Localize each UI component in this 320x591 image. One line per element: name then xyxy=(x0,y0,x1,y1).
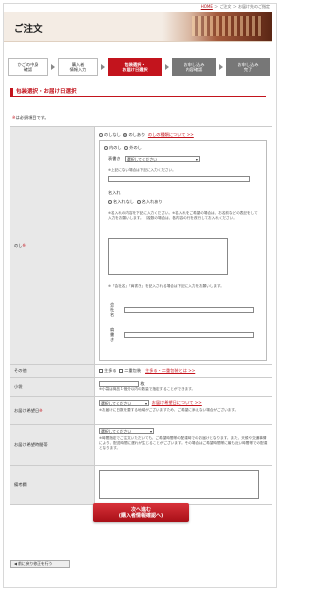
breadcrumb-home-link[interactable]: HOME xyxy=(201,4,213,9)
back-button[interactable]: ◀ 前に戻り修正を行う xyxy=(10,560,70,568)
shoulder-checkbox[interactable] xyxy=(99,369,103,373)
remarks-value xyxy=(95,466,272,504)
company-label: 会社名 xyxy=(110,302,115,317)
delivery-time-label: お届け希望時間帯 xyxy=(10,425,95,465)
uchi-noshi-label: 内のし xyxy=(109,145,122,150)
soto-noshi-radio[interactable] xyxy=(124,146,129,150)
noshi-detail-box: 内のし 外のし 表書き 選択してください ※上記にない場合は下記に入力ください。… xyxy=(99,140,267,361)
section-title: 包装選択・お届け日選択 xyxy=(10,88,266,97)
remarks-row: 備考欄 xyxy=(10,466,272,505)
omote-note: ※上記にない場合は下記に入力ください。 xyxy=(108,168,176,172)
breadcrumb-order[interactable]: ご注文 xyxy=(219,4,231,9)
required-note-text: は必須項目です。 xyxy=(15,115,49,120)
header-photo xyxy=(162,12,272,41)
step-buyer: 購入者 情報入力 xyxy=(58,58,98,76)
omote-select[interactable]: 選択してください xyxy=(124,156,200,162)
step-label: 確認 xyxy=(23,67,33,72)
required-star: ※ xyxy=(39,408,43,413)
count-note: ※小袋は商品１個分以内の数量で指定することができます。 xyxy=(99,387,196,391)
step-complete: お申し込み 完了 xyxy=(226,58,270,76)
delivery-date-value: 選択してください お届け希望日について >> ※お届けに日数を要する地域がござい… xyxy=(95,397,272,424)
step-cart: かごの中身 確認 xyxy=(8,58,48,76)
name-yes-radio[interactable] xyxy=(136,200,141,204)
step-confirm: お申し込み 内容確認 xyxy=(172,58,216,76)
delivery-date-info-link[interactable]: お届け希望日について >> xyxy=(152,400,202,405)
double-wrap-checkbox[interactable] xyxy=(119,369,124,373)
noshi-kind-options: 内のし 外のし xyxy=(104,145,142,151)
step-wrapping-current: 包装選択・ お届け日選択 xyxy=(108,58,162,76)
breadcrumb-sep: ＞ xyxy=(214,4,219,9)
double-wrap-label: 二重包装 xyxy=(124,368,142,373)
step-arrow-icon xyxy=(165,64,169,70)
count-unit: 枚 xyxy=(140,381,145,386)
breadcrumb: HOME ＞ ご注文 ＞ お届け先のご指定 xyxy=(201,4,270,10)
noshi-options: のしなし のしあり のしの種類について >> xyxy=(99,132,268,138)
step-arrow-icon xyxy=(51,64,55,70)
delivery-date-row: お届け希望日※ 選択してください お届け希望日について >> ※お届けに日数を要… xyxy=(10,397,272,425)
noshi-label-text: のし xyxy=(14,242,23,248)
noshi-yes-label: のしあり xyxy=(128,132,146,137)
page-title: ご注文 xyxy=(14,24,43,35)
step-label: 情報入力 xyxy=(69,67,87,72)
order-form: のし ※ のしなし のしあり のしの種類について >> 内のし 外のし 表書き 選… xyxy=(10,126,272,505)
company-input[interactable] xyxy=(124,307,254,313)
step-label: 内容確認 xyxy=(185,67,203,72)
remarks-textarea[interactable] xyxy=(99,470,259,499)
noshi-types-link[interactable]: のしの種類について >> xyxy=(148,132,194,137)
noshi-yes-radio[interactable] xyxy=(123,133,128,137)
delivery-time-note: ※時間指定でご注文いただいても、ご希望時間帯の配達時でのお届けとなります。また、… xyxy=(99,436,268,450)
count-value: 枚 ※小袋は商品１個分以内の数量で指定することができます。 xyxy=(95,378,272,396)
name-none-label: 名入れなし xyxy=(113,199,134,204)
order-steps: かごの中身 確認 購入者 情報入力 包装選択・ お届け日選択 お申し込み 内容確… xyxy=(8,58,272,76)
name-insert-options: 名入れなし 名入れあり xyxy=(108,199,163,205)
delivery-date-note: ※お届けに日数を要する地域がございますため、ご希望に添えない場合がございます。 xyxy=(99,408,239,412)
count-row: 小袋 枚 ※小袋は商品１個分以内の数量で指定することができます。 xyxy=(10,378,272,397)
name-insert-label: 名入れ xyxy=(108,190,121,195)
omote-free-input[interactable] xyxy=(108,176,250,182)
other-row: その他 主多る 二重包装 主多る・二重包装とは >> xyxy=(10,365,272,378)
required-star: ※ xyxy=(22,243,26,248)
delivery-time-select[interactable]: 選択してください xyxy=(99,428,154,434)
other-value: 主多る 二重包装 主多る・二重包装とは >> xyxy=(95,365,272,377)
noshi-none-radio[interactable] xyxy=(99,133,103,137)
other-label: その他 xyxy=(10,365,95,377)
name-none-radio[interactable] xyxy=(108,200,112,204)
company-note: ※「会社名」「肩書き」を記入される場合は下記に入力をお願いします。 xyxy=(108,284,224,288)
page-header: ご注文 xyxy=(4,12,272,42)
name-yes-label: 名入れあり xyxy=(141,199,163,204)
step-arrow-icon xyxy=(219,64,223,70)
soto-noshi-label: 外のし xyxy=(129,145,142,150)
name-insert-textarea[interactable] xyxy=(108,238,228,275)
noshi-none-label: のしなし xyxy=(104,132,121,137)
required-note: ※は必須項目です。 xyxy=(12,115,49,121)
delivery-date-label: お届け希望日 ※ xyxy=(10,397,95,424)
other-info-link[interactable]: 主多る・二重包装とは >> xyxy=(145,368,195,373)
step-label: お届け日選択 xyxy=(122,67,148,72)
breadcrumb-current: お届け先のご指定 xyxy=(238,4,270,9)
next-button[interactable]: 次へ進む (購入者情報確認へ) xyxy=(93,503,189,522)
shoulder-label: 主多る xyxy=(104,368,117,373)
delivery-date-label-text: お届け希望日 xyxy=(14,407,40,413)
breadcrumb-sep: ＞ xyxy=(232,4,237,9)
next-button-sublabel: (購入者情報確認へ) xyxy=(118,512,164,519)
step-arrow-icon xyxy=(101,64,105,70)
delivery-time-value: 選択してください ※時間指定でご注文いただいても、ご希望時間帯の配達時でのお届け… xyxy=(95,425,272,465)
delivery-date-select[interactable]: 選択してください xyxy=(99,400,149,406)
step-label: 完了 xyxy=(243,67,253,72)
delivery-time-row: お届け希望時間帯 選択してください ※時間指定でご注文いただいても、ご希望時間帯… xyxy=(10,425,272,466)
count-label: 小袋 xyxy=(10,378,95,396)
uchi-noshi-radio[interactable] xyxy=(104,146,108,150)
name-insert-note: ※名入れの内容を下記に入力ください。※名入れをご希望の場合は、お名前などの表記を… xyxy=(108,211,258,220)
omote-row: 表書き 選択してください xyxy=(108,156,200,162)
omote-label: 表書き xyxy=(108,156,121,161)
remarks-label: 備考欄 xyxy=(10,466,95,504)
job-title-input[interactable] xyxy=(124,332,254,338)
noshi-label: のし ※ xyxy=(10,127,95,364)
job-title-label: 肩書き xyxy=(110,327,115,342)
